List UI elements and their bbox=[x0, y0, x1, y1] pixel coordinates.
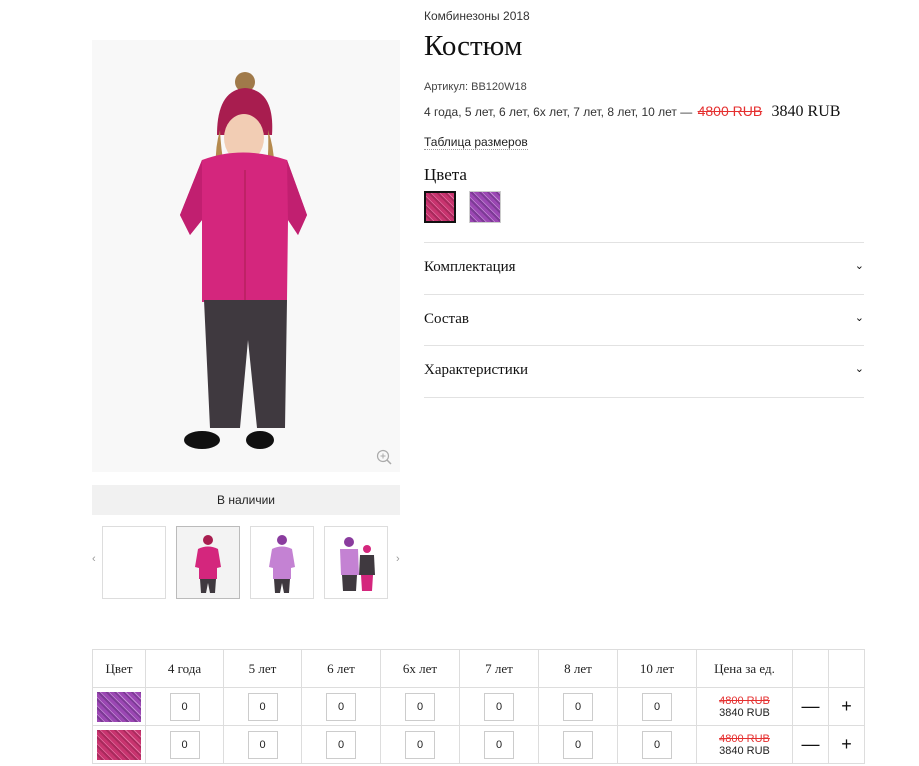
chevron-down-icon: ⌄ bbox=[854, 363, 864, 375]
unit-price-cell: 4800 RUB 3840 RUB bbox=[696, 687, 793, 726]
qty-input[interactable]: 0 bbox=[563, 692, 593, 721]
thumbnail-1[interactable] bbox=[102, 526, 166, 599]
qty-input[interactable]: 0 bbox=[169, 730, 200, 759]
col-header: 6 лет bbox=[301, 649, 381, 688]
thumbnail-4[interactable] bbox=[324, 526, 388, 599]
accordion-equipment[interactable]: Комплектация ⌄ bbox=[424, 242, 864, 293]
qty-input[interactable]: 0 bbox=[405, 692, 435, 721]
main-product-photo[interactable] bbox=[92, 40, 400, 472]
col-header: 4 года bbox=[145, 649, 224, 688]
order-table-header: Цвет 4 года 5 лет 6 лет 6х лет 7 лет 8 л… bbox=[92, 649, 865, 688]
qty-input[interactable]: 0 bbox=[326, 692, 356, 721]
qty-input[interactable]: 0 bbox=[247, 692, 278, 721]
accordion-characteristics[interactable]: Характеристики ⌄ bbox=[424, 345, 864, 396]
decrement-button[interactable]: — bbox=[802, 734, 820, 754]
available-sizes: 4 года, 5 лет, 6 лет, 6х лет, 7 лет, 8 л… bbox=[424, 105, 693, 119]
purple-suit-thumb-image bbox=[269, 535, 295, 593]
accordion-composition[interactable]: Состав ⌄ bbox=[424, 294, 864, 345]
page-title: Костюм bbox=[424, 30, 523, 62]
new-price: 3840 RUB bbox=[771, 103, 841, 120]
qty-input[interactable]: 0 bbox=[484, 692, 514, 721]
col-header: Цена за ед. bbox=[696, 649, 793, 688]
accordion-label: Комплектация bbox=[424, 259, 516, 275]
two-children-thumb-image bbox=[340, 537, 375, 591]
color-swatch-purple[interactable] bbox=[469, 191, 501, 223]
thumb-prev-icon[interactable]: ‹ bbox=[92, 553, 96, 565]
qty-input[interactable]: 0 bbox=[642, 730, 672, 759]
decrement-button[interactable]: — bbox=[802, 696, 820, 716]
col-header: 5 лет bbox=[223, 649, 302, 688]
stock-status: В наличии bbox=[92, 485, 400, 515]
accordion-label: Характеристики bbox=[424, 362, 529, 378]
unit-price-cell: 4800 RUB 3840 RUB bbox=[696, 725, 793, 764]
color-swatch-pink[interactable] bbox=[424, 191, 456, 223]
product-sku: Артикул: BB120W18 bbox=[424, 81, 527, 93]
zoom-icon[interactable] bbox=[376, 449, 392, 465]
increment-button[interactable]: + bbox=[841, 734, 852, 754]
row-color-cell bbox=[92, 725, 146, 764]
col-header: 7 лет bbox=[459, 649, 539, 688]
chevron-down-icon: ⌄ bbox=[854, 260, 864, 272]
color-swatch-pink bbox=[97, 729, 141, 760]
table-row: 0 0 0 0 0 0 0 4800 RUB 3840 RUB — + bbox=[92, 725, 865, 764]
colors-heading: Цвета bbox=[424, 165, 467, 184]
thumbnail-3[interactable] bbox=[250, 526, 314, 599]
breadcrumb[interactable]: Комбинезоны 2018 bbox=[424, 9, 530, 23]
table-row: 0 0 0 0 0 0 0 4800 RUB 3840 RUB — + bbox=[92, 687, 865, 726]
col-header: 6х лет bbox=[380, 649, 460, 688]
increment-button[interactable]: + bbox=[841, 696, 852, 716]
col-header bbox=[792, 649, 829, 688]
accordion-label: Состав bbox=[424, 311, 470, 327]
new-price: 3840 RUB bbox=[719, 744, 770, 757]
thumb-next-icon[interactable]: › bbox=[396, 553, 400, 565]
old-price: 4800 RUB bbox=[719, 694, 770, 707]
row-color-cell bbox=[92, 687, 146, 726]
thumbnail-2[interactable] bbox=[176, 526, 240, 599]
chevron-down-icon: ⌄ bbox=[854, 312, 864, 324]
new-price: 3840 RUB bbox=[719, 706, 770, 719]
qty-input[interactable]: 0 bbox=[563, 730, 593, 759]
child-in-pink-suit-image bbox=[92, 40, 400, 472]
col-header bbox=[828, 649, 865, 688]
pink-suit-thumb-image bbox=[195, 535, 221, 593]
old-price: 4800 RUB bbox=[719, 732, 770, 745]
qty-input[interactable]: 0 bbox=[484, 730, 514, 759]
accordion-divider bbox=[424, 397, 864, 398]
sizes-price-line: 4 года, 5 лет, 6 лет, 6х лет, 7 лет, 8 л… bbox=[424, 103, 840, 121]
qty-input[interactable]: 0 bbox=[405, 730, 435, 759]
old-price: 4800 RUB bbox=[697, 103, 763, 119]
qty-input[interactable]: 0 bbox=[642, 692, 672, 721]
order-table: Цвет 4 года 5 лет 6 лет 6х лет 7 лет 8 л… bbox=[92, 649, 865, 764]
qty-input[interactable]: 0 bbox=[169, 692, 200, 721]
color-swatch-purple bbox=[97, 691, 141, 722]
qty-input[interactable]: 0 bbox=[326, 730, 356, 759]
qty-input[interactable]: 0 bbox=[247, 730, 278, 759]
size-table-link[interactable]: Таблица размеров bbox=[424, 135, 528, 150]
col-header: 10 лет bbox=[617, 649, 697, 688]
col-header: Цвет bbox=[92, 649, 146, 688]
col-header: 8 лет bbox=[538, 649, 618, 688]
